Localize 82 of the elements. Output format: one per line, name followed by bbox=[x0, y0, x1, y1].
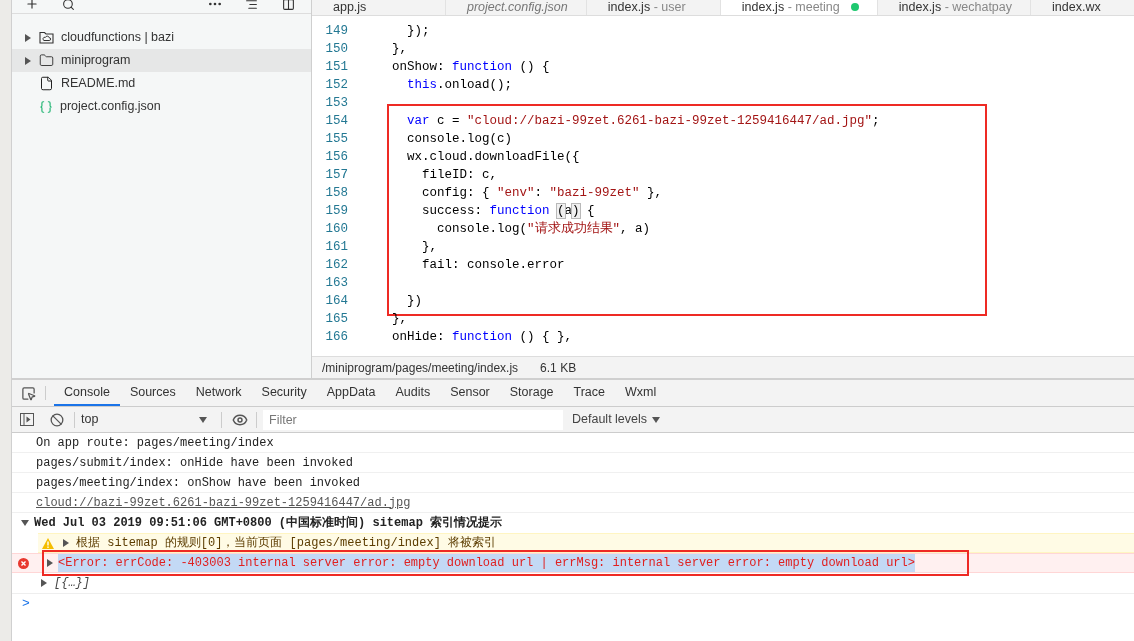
tree-item[interactable]: miniprogram bbox=[12, 49, 311, 72]
file-icon bbox=[39, 76, 54, 91]
context-select[interactable]: top bbox=[81, 410, 211, 429]
line-number: 159 bbox=[325, 203, 348, 220]
list-icon[interactable] bbox=[245, 0, 258, 11]
console-message: pages/meeting/index: onShow have been invoked bbox=[36, 474, 361, 492]
code-line: onHide: function () { }, bbox=[392, 329, 573, 346]
line-number: 155 bbox=[325, 131, 348, 148]
code-line: fileID: c, bbox=[421, 167, 498, 184]
levels-dropdown[interactable]: Default levels bbox=[572, 410, 661, 429]
code-line: console.log(c) bbox=[406, 131, 513, 148]
line-number: 149 bbox=[325, 23, 348, 40]
console-message: pages/submit/index: onHide have been invoked bbox=[36, 454, 353, 472]
split-icon[interactable] bbox=[282, 0, 295, 11]
code-line: }, bbox=[392, 311, 407, 328]
code-line: config: { "env": "bazi-99zet" }, bbox=[421, 185, 663, 202]
devtools-tab[interactable]: Wxml bbox=[615, 380, 667, 406]
devtools-tab[interactable]: Sources bbox=[119, 380, 186, 406]
devtools-tab[interactable]: Audits bbox=[385, 380, 441, 406]
file-path: /miniprogram/pages/meeting/index.js bbox=[322, 359, 519, 377]
line-number: 163 bbox=[325, 275, 348, 292]
folder-icon bbox=[39, 53, 54, 68]
console-message: On app route: pages/meeting/index bbox=[36, 434, 274, 452]
devtools-tab[interactable]: Trace bbox=[563, 380, 616, 406]
expand-caret-icon[interactable] bbox=[46, 559, 54, 567]
add-icon[interactable] bbox=[25, 0, 39, 11]
line-number: 158 bbox=[325, 185, 348, 202]
json-file-icon bbox=[39, 99, 53, 114]
code-line: }); bbox=[406, 23, 430, 40]
devtools-tab[interactable]: Network bbox=[185, 380, 252, 406]
code-line: wx.cloud.downloadFile({ bbox=[406, 149, 580, 166]
line-number: 166 bbox=[325, 329, 348, 346]
line-number: 160 bbox=[325, 221, 348, 238]
line-number: 154 bbox=[325, 113, 348, 130]
line-number: 157 bbox=[325, 167, 348, 184]
line-number: 164 bbox=[325, 293, 348, 310]
code-line: this.onload(); bbox=[406, 77, 513, 94]
dropdown-icon bbox=[199, 416, 207, 423]
line-number: 152 bbox=[325, 77, 348, 94]
code-line: var c = "cloud://bazi-99zet.6261-bazi-99zet-1259416447/ad.jpg"; bbox=[406, 113, 880, 130]
line-number: 153 bbox=[325, 95, 348, 112]
devtools-tab[interactable]: Storage bbox=[499, 380, 564, 406]
line-number: 162 bbox=[325, 257, 348, 274]
inspect-icon[interactable] bbox=[21, 385, 36, 401]
expand-caret-icon[interactable] bbox=[24, 56, 32, 65]
tree-item[interactable]: project.config.json bbox=[12, 95, 311, 118]
error-icon bbox=[18, 557, 29, 569]
sidebar-toggle-icon[interactable] bbox=[20, 413, 34, 426]
code-line: }) bbox=[406, 293, 422, 310]
line-number: 165 bbox=[325, 311, 348, 328]
tree-item[interactable]: README.md bbox=[12, 72, 311, 95]
devtools-tab[interactable]: AppData bbox=[316, 380, 386, 406]
code-line: onShow: function () { bbox=[392, 59, 550, 76]
clear-icon[interactable] bbox=[50, 412, 64, 427]
code-line: fail: console.error bbox=[421, 257, 565, 274]
cloud-folder-icon bbox=[39, 31, 54, 44]
search-icon[interactable] bbox=[62, 0, 75, 11]
dropdown-icon bbox=[652, 416, 661, 423]
file-size: 6.1 KB bbox=[540, 359, 577, 377]
expand-caret-icon[interactable] bbox=[62, 539, 70, 547]
expand-caret-icon[interactable] bbox=[40, 579, 48, 587]
editor-tab[interactable]: index.js - meeting bbox=[720, 0, 878, 15]
code-line: console.log("请求成功结果", a) bbox=[436, 220, 651, 238]
line-number: 161 bbox=[325, 239, 348, 256]
warning-icon bbox=[42, 537, 54, 549]
console-prompt[interactable]: > bbox=[22, 593, 30, 614]
console-message: [{…}] bbox=[54, 575, 90, 592]
code-line: }, bbox=[421, 239, 437, 256]
console-message: 根据 sitemap 的规则[0]，当前页面 [pages/meeting/index] 将被索引 bbox=[76, 535, 497, 552]
code-line: }, bbox=[392, 41, 407, 58]
line-number: 150 bbox=[325, 41, 348, 58]
expand-caret-icon[interactable] bbox=[21, 519, 29, 527]
devtools-tab[interactable]: Security bbox=[251, 380, 317, 406]
tree-item[interactable]: cloudfunctions | bazi bbox=[12, 26, 311, 49]
console-message: <Error: errCode: -403003 internal server error: empty download url | errMsg: internal server error: empty download url> bbox=[58, 554, 915, 572]
filter-field[interactable]: Filter bbox=[263, 409, 563, 430]
console-link[interactable]: cloud://bazi-99zet.6261-bazi-99zet-1259416447/ad.jpg bbox=[36, 493, 411, 512]
group-header: Wed Jul 03 2019 09:51:06 GMT+0800 (中国标准时间) sitemap 索引情况提示 bbox=[34, 514, 503, 532]
line-number: 151 bbox=[325, 59, 348, 76]
line-number: 156 bbox=[325, 149, 348, 166]
devtools-tab[interactable]: Sensor bbox=[440, 380, 500, 406]
expand-caret-icon[interactable] bbox=[24, 33, 32, 42]
